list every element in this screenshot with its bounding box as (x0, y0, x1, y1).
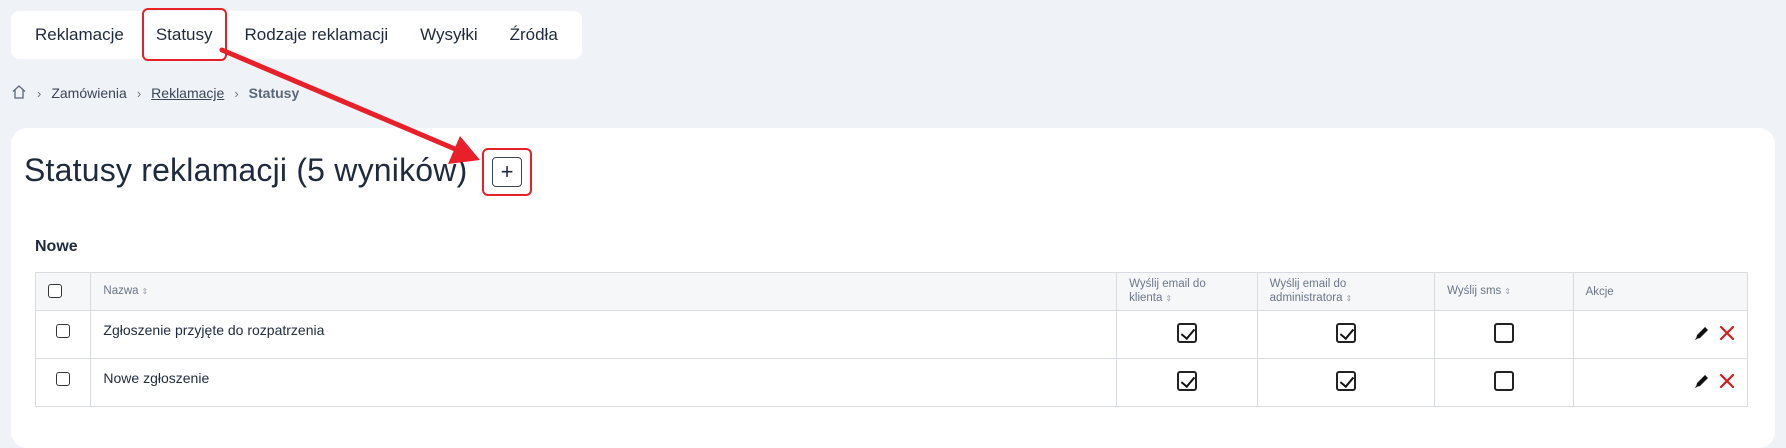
sort-icon: ⇕ (141, 287, 149, 296)
email-admin-cell (1256, 358, 1436, 407)
sort-icon: ⇕ (1345, 294, 1353, 303)
chevron-right-icon: › (37, 85, 42, 101)
actions-cell (1572, 310, 1749, 359)
title-row: Statusy reklamacji (5 wyników) (24, 152, 467, 189)
add-button-highlight: + (482, 148, 532, 196)
breadcrumb-reklamacje[interactable]: Reklamacje (151, 85, 224, 101)
tab-rodzaje-reklamacji[interactable]: Rodzaje reklamacji (229, 11, 405, 59)
row-checkbox[interactable] (56, 372, 71, 387)
email-admin-cell (1256, 310, 1436, 359)
edit-pencil-icon[interactable] (1693, 372, 1711, 393)
row-select-cell (34, 358, 92, 407)
table-row: Zgłoszenie przyjęte do rozpatrzenia (34, 310, 1749, 359)
chevron-right-icon: › (234, 85, 239, 101)
header-label: Wyślij sms (1447, 285, 1502, 297)
header-nazwa[interactable]: Nazwa ⇕ (90, 272, 1118, 311)
sms-checkbox[interactable] (1493, 371, 1514, 391)
email-client-cell (1116, 310, 1258, 359)
sms-cell (1434, 358, 1574, 407)
tab-statusy[interactable]: Statusy (140, 8, 229, 61)
breadcrumb-statusy: Statusy (248, 85, 300, 101)
chevron-right-icon: › (136, 85, 142, 101)
sort-icon: ⇕ (1165, 294, 1173, 303)
sms-cell (1434, 310, 1574, 359)
section-label: Nowe (35, 238, 78, 255)
header-label: Nazwa (103, 285, 139, 297)
row-select-cell (34, 310, 92, 359)
tab-zrodla[interactable]: Źródła (494, 11, 574, 59)
email-client-checkbox[interactable] (1176, 371, 1197, 391)
status-name: Zgłoszenie przyjęte do rozpatrzenia (90, 310, 1118, 359)
header-label: Akcje (1585, 285, 1614, 298)
header-akcje: Akcje (1572, 272, 1749, 311)
select-all-cell (34, 272, 92, 311)
row-checkbox[interactable] (56, 324, 71, 339)
breadcrumb: › Zamówienia › Reklamacje › Statusy (11, 82, 299, 104)
header-email-klient[interactable]: Wyślij email do klienta ⇕ (1116, 272, 1258, 311)
tab-bar: Reklamacje Statusy Rodzaje reklamacji Wy… (11, 8, 582, 61)
header-sms[interactable]: Wyślij sms ⇕ (1434, 272, 1574, 311)
status-name: Nowe zgłoszenie (90, 358, 1118, 407)
table-row: Nowe zgłoszenie (34, 358, 1749, 407)
edit-pencil-icon[interactable] (1693, 324, 1711, 345)
home-icon[interactable] (11, 84, 27, 103)
table-header-row: Nazwa ⇕ Wyślij email do klienta ⇕ Wyślij e… (34, 272, 1749, 311)
delete-icon[interactable] (1719, 373, 1735, 392)
sms-checkbox[interactable] (1493, 323, 1514, 343)
page-title: Statusy reklamacji (5 wyników) (24, 152, 468, 188)
add-status-button[interactable]: + (492, 157, 522, 187)
tab-wysylki[interactable]: Wysyłki (404, 11, 493, 59)
email-admin-checkbox[interactable] (1335, 371, 1356, 391)
actions-cell (1572, 358, 1749, 407)
header-email-admin[interactable]: Wyślij email do administratora ⇕ (1256, 272, 1436, 311)
select-all-checkbox[interactable] (48, 284, 62, 299)
delete-icon[interactable] (1719, 325, 1735, 344)
email-client-checkbox[interactable] (1176, 323, 1197, 343)
header-label: Wyślij email do administratora (1269, 278, 1347, 304)
sort-icon: ⇕ (1504, 287, 1512, 296)
statuses-table: Nazwa ⇕ Wyślij email do klienta ⇕ Wyślij e… (34, 272, 1749, 407)
email-client-cell (1116, 358, 1258, 407)
tab-reklamacje[interactable]: Reklamacje (19, 11, 140, 59)
breadcrumb-zamowienia[interactable]: Zamówienia (51, 85, 126, 101)
email-admin-checkbox[interactable] (1335, 323, 1356, 343)
